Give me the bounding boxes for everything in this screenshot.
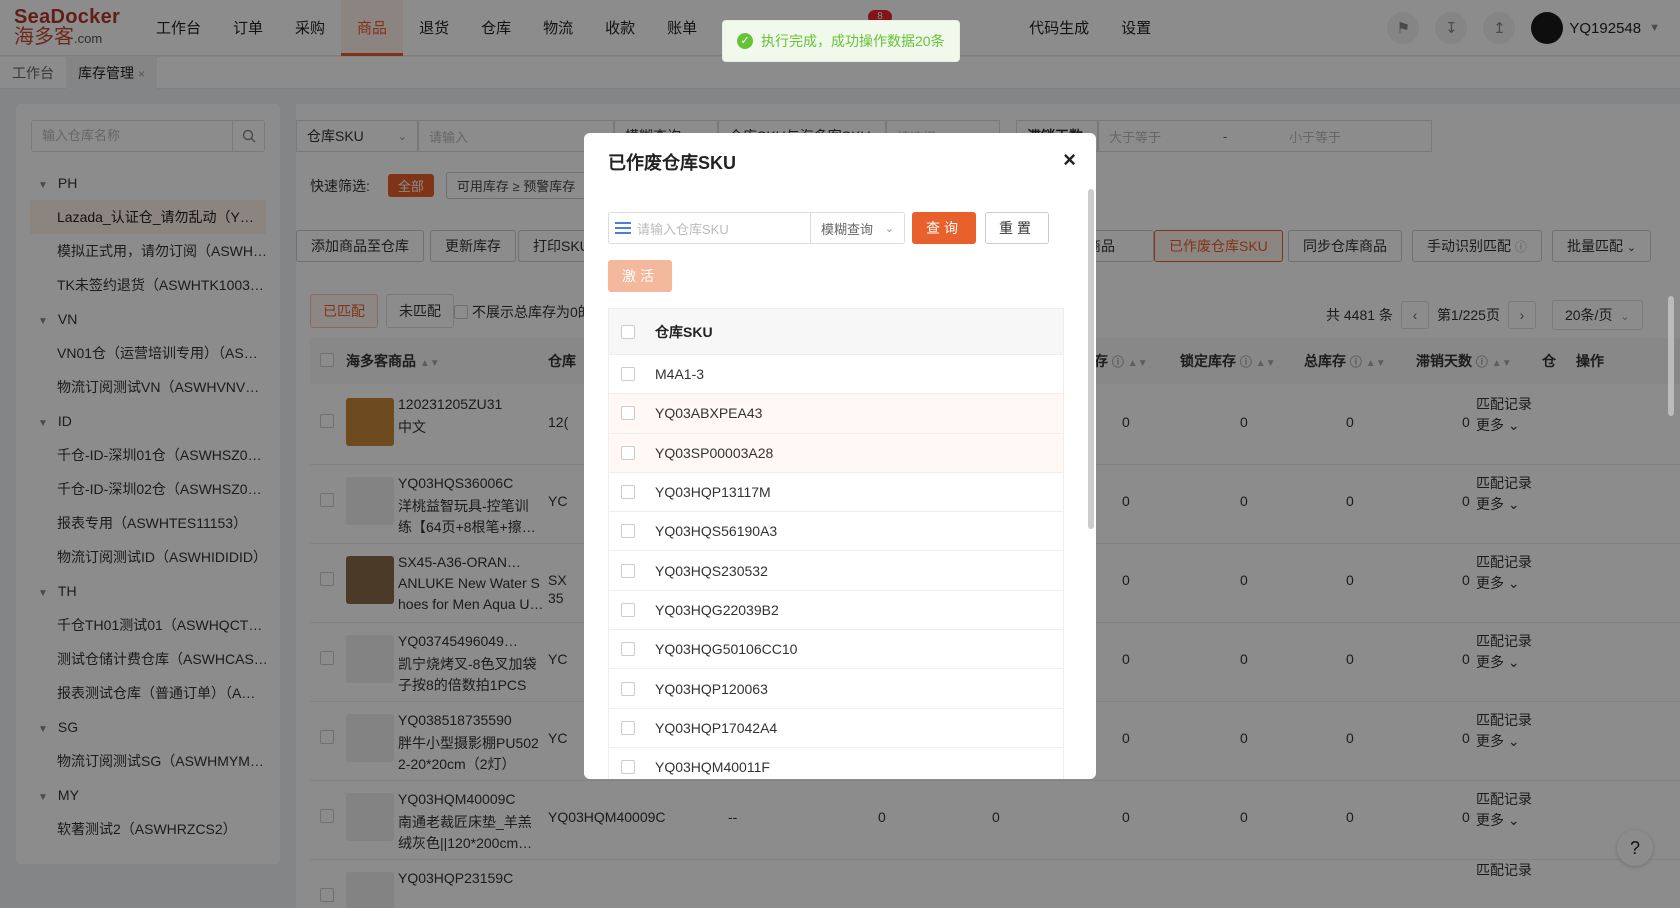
modal-table-row[interactable]: M4A1-3 bbox=[609, 355, 1063, 395]
modal-col-sku: 仓库SKU bbox=[655, 323, 713, 340]
activate-button[interactable]: 激活 bbox=[608, 260, 672, 292]
modal-sku-placeholder: 请输入仓库SKU bbox=[637, 221, 729, 237]
modal-row-sku: YQ03HQG50106CC10 bbox=[655, 641, 798, 658]
modal-table-row[interactable]: YQ03HQG50106CC10 bbox=[609, 630, 1063, 670]
modal-table-row[interactable]: YQ03SP00003A28 bbox=[609, 433, 1063, 473]
modal-row-sku: YQ03HQP13117M bbox=[655, 484, 771, 501]
modal-row-sku: YQ03HQM40011F bbox=[655, 759, 770, 776]
modal-row-sku: YQ03ABXPEA43 bbox=[655, 405, 763, 422]
modal-row-sku: M4A1-3 bbox=[655, 366, 705, 383]
list-icon bbox=[615, 222, 631, 234]
modal-table-row[interactable]: YQ03HQS230532 bbox=[609, 551, 1063, 591]
modal-row-sku: YQ03SP00003A28 bbox=[655, 444, 774, 461]
modal-row-sku: YQ03HQG22039B2 bbox=[655, 601, 779, 618]
modal-row-checkbox[interactable] bbox=[621, 602, 635, 617]
modal-table-row[interactable]: YQ03HQP13117M bbox=[609, 473, 1063, 513]
modal-mode-value: 模糊查询 bbox=[821, 221, 874, 237]
close-icon[interactable]: × bbox=[1063, 147, 1076, 173]
abandoned-sku-table: 仓库SKU M4A1-3 YQ03ABXPEA43 YQ03SP00003A28 YQ… bbox=[608, 308, 1064, 779]
modal-table-row[interactable]: YQ03HQG22039B2 bbox=[609, 591, 1063, 631]
modal-row-checkbox[interactable] bbox=[621, 445, 635, 460]
modal-table-header: 仓库SKU bbox=[609, 309, 1063, 355]
modal-scrollbar[interactable] bbox=[1088, 189, 1094, 529]
modal-mode-select[interactable]: 模糊查询 ⌄ bbox=[811, 213, 904, 243]
modal-select-all-checkbox[interactable] bbox=[621, 324, 635, 339]
modal-row-sku: YQ03HQP120063 bbox=[655, 680, 768, 697]
modal-search: 请输入仓库SKU 模糊查询 ⌄ bbox=[608, 212, 905, 244]
modal-table-row[interactable]: YQ03HQP120063 bbox=[609, 669, 1063, 709]
abandoned-sku-modal: 已作废仓库SKU × 请输入仓库SKU 模糊查询 ⌄ 查询 重置 激活 仓库SKU… bbox=[584, 133, 1096, 779]
modal-table-row[interactable]: YQ03HQS56190A3 bbox=[609, 512, 1063, 552]
modal-row-sku: YQ03HQS56190A3 bbox=[655, 523, 778, 540]
page-scrollbar[interactable] bbox=[1668, 296, 1674, 416]
modal-row-sku: YQ03HQS230532 bbox=[655, 562, 768, 579]
query-button[interactable]: 查询 bbox=[912, 212, 976, 244]
modal-table-row[interactable]: YQ03HQM40011F bbox=[609, 748, 1063, 779]
modal-row-checkbox[interactable] bbox=[621, 681, 635, 696]
modal-title: 已作废仓库SKU bbox=[608, 153, 737, 173]
modal-row-checkbox[interactable] bbox=[621, 563, 635, 578]
chevron-down-icon: ⌄ bbox=[884, 222, 894, 235]
modal-row-checkbox[interactable] bbox=[621, 406, 635, 421]
success-toast: ✓ 执行完成，成功操作数据20条 bbox=[722, 20, 960, 62]
modal-table-row[interactable]: YQ03ABXPEA43 bbox=[609, 394, 1063, 434]
modal-row-checkbox[interactable] bbox=[621, 367, 635, 382]
modal-row-checkbox[interactable] bbox=[621, 720, 635, 735]
check-icon: ✓ bbox=[737, 33, 753, 49]
modal-sku-input[interactable]: 请输入仓库SKU bbox=[609, 213, 811, 243]
modal-row-sku: YQ03HQP17042A4 bbox=[655, 719, 778, 736]
modal-row-checkbox[interactable] bbox=[621, 524, 635, 539]
modal-row-checkbox[interactable] bbox=[621, 760, 635, 775]
reset-button[interactable]: 重置 bbox=[985, 212, 1049, 244]
modal-row-checkbox[interactable] bbox=[621, 485, 635, 500]
toast-text: 执行完成，成功操作数据20条 bbox=[761, 33, 945, 49]
modal-table-row[interactable]: YQ03HQP17042A4 bbox=[609, 709, 1063, 748]
modal-row-checkbox[interactable] bbox=[621, 642, 635, 657]
